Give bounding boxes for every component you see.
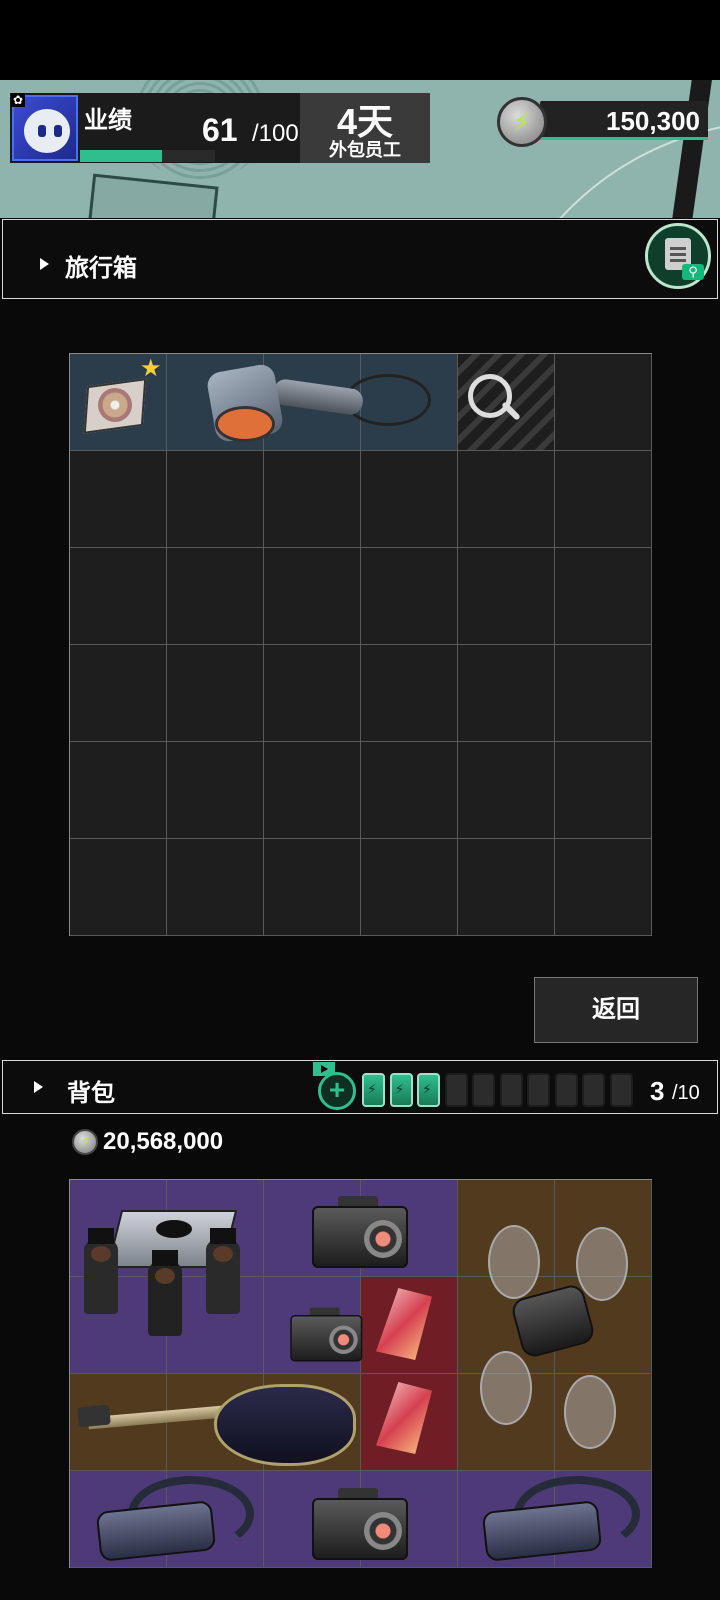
suitcase-cell[interactable] (361, 645, 458, 742)
suitcase-cell[interactable] (458, 839, 555, 936)
suitcase-cell[interactable] (361, 742, 458, 839)
return-button[interactable]: 返回 (534, 977, 698, 1043)
slots-max: /10 (672, 1082, 700, 1104)
clipboard-search-button[interactable]: ⚲ (645, 223, 711, 289)
suitcase-cell[interactable] (555, 451, 652, 548)
slots-current: 3 (650, 1076, 665, 1106)
drone-item[interactable] (480, 1215, 630, 1455)
energy-underline (540, 137, 708, 140)
suitcase-cell[interactable] (167, 839, 264, 936)
suitcase-cell[interactable] (167, 645, 264, 742)
suitcase-cell[interactable] (555, 354, 652, 451)
suitcase-cell[interactable] (458, 645, 555, 742)
add-slot-button[interactable]: + (318, 1072, 356, 1110)
suitcase-cell[interactable] (167, 548, 264, 645)
battery-empty-icon (554, 1073, 578, 1107)
suitcase-cell[interactable] (70, 451, 167, 548)
status-bar (0, 0, 720, 80)
magnify-icon[interactable] (462, 368, 532, 438)
battery-full-icon (362, 1073, 385, 1107)
backpack-title: 背包 (67, 1080, 115, 1107)
vr-goggles-item[interactable] (481, 1476, 640, 1562)
suitcase-cell[interactable] (555, 742, 652, 839)
suitcase-cell[interactable] (361, 451, 458, 548)
suitcase-cell[interactable] (458, 548, 555, 645)
suitcase-cell[interactable] (167, 742, 264, 839)
suitcase-title: 旅行箱 (65, 255, 137, 282)
suitcase-cell[interactable] (70, 839, 167, 936)
suitcase-expand-icon[interactable] (40, 258, 49, 270)
performance-max: /100 (252, 120, 299, 147)
camera-item[interactable] (308, 1192, 408, 1268)
suitcase-cell[interactable] (555, 548, 652, 645)
performance-label: 业绩 (84, 107, 132, 134)
backpack-expand-icon[interactable] (34, 1081, 43, 1093)
suitcase-cell[interactable] (264, 548, 361, 645)
money-value: 20,568,000 (103, 1128, 224, 1155)
hair-dryer-item[interactable] (205, 360, 435, 450)
suitcase-cell[interactable] (361, 548, 458, 645)
suitcase-cell[interactable] (264, 645, 361, 742)
gear-icon[interactable]: ✿ (11, 93, 25, 107)
days-subtitle: 外包员工 (329, 140, 401, 160)
energy-icon: ⚡ (497, 97, 547, 147)
battery-empty-icon (609, 1073, 633, 1107)
battery-empty-icon (582, 1073, 605, 1107)
suitcase-cell[interactable] (167, 451, 264, 548)
coffin-dance-item[interactable] (78, 1190, 258, 1340)
suitcase-cell[interactable] (264, 742, 361, 839)
energy-value: 150,300 (606, 106, 700, 136)
suitcase-cell[interactable] (70, 548, 167, 645)
suitcase-cell[interactable] (361, 839, 458, 936)
battery-empty-icon (527, 1073, 550, 1107)
battery-empty-icon (499, 1073, 523, 1107)
coin-icon: ⚡ (72, 1129, 98, 1155)
battery-empty-icon (472, 1073, 495, 1107)
battery-full-icon (417, 1073, 440, 1107)
suitcase-cell[interactable] (70, 742, 167, 839)
suitcase-cell[interactable] (458, 742, 555, 839)
battery-empty-icon (444, 1073, 468, 1107)
suitcase-cell[interactable] (264, 451, 361, 548)
vr-goggles-item[interactable] (95, 1476, 254, 1562)
battery-full-icon (389, 1073, 413, 1107)
search-icon: ⚲ (682, 264, 704, 280)
suitcase-cell[interactable] (555, 645, 652, 742)
suitcase-cell[interactable] (555, 839, 652, 936)
star-icon: ★ (140, 355, 162, 382)
video-camera-item[interactable] (287, 1305, 363, 1362)
performance-current: 61 (202, 112, 238, 148)
suitcase-cell[interactable] (458, 451, 555, 548)
camera-item[interactable] (308, 1484, 408, 1560)
guitar-item[interactable] (77, 1380, 358, 1466)
suitcase-cell[interactable] (264, 839, 361, 936)
suitcase-cell[interactable] (70, 645, 167, 742)
performance-bar-fill (80, 150, 163, 162)
